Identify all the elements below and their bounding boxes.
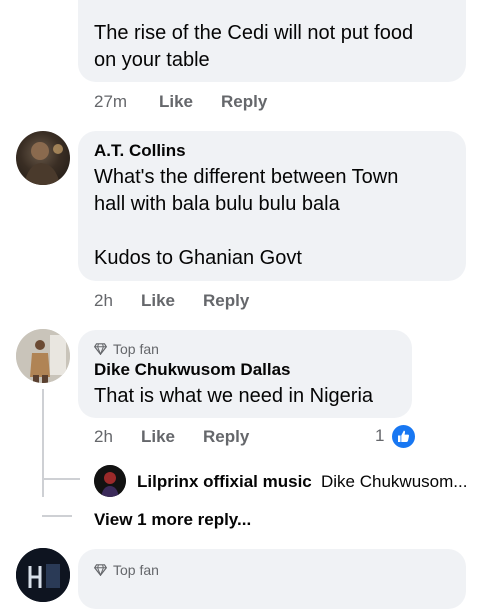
comment-bubble bbox=[78, 549, 466, 609]
avatar[interactable] bbox=[16, 131, 70, 185]
reply-button[interactable]: Reply bbox=[203, 427, 249, 447]
top-fan-label: Top fan bbox=[113, 562, 159, 578]
reply-button[interactable]: Reply bbox=[221, 92, 267, 112]
avatar[interactable] bbox=[16, 329, 70, 383]
thread-connector bbox=[42, 515, 72, 517]
avatar-photo-icon bbox=[94, 465, 126, 497]
avatar-photo-icon bbox=[16, 548, 70, 602]
like-button[interactable]: Like bbox=[141, 427, 175, 447]
comment-author[interactable]: Dike Chukwusom Dallas bbox=[94, 360, 291, 380]
like-thumb-icon[interactable] bbox=[390, 423, 417, 450]
view-more-replies-link[interactable]: View 1 more reply... bbox=[94, 510, 251, 530]
reply-author[interactable]: Lilprinx offixial music bbox=[137, 472, 312, 492]
diamond-icon bbox=[94, 564, 107, 576]
reply-snippet[interactable]: Dike Chukwusom... bbox=[321, 472, 467, 492]
comment-author[interactable]: A.T. Collins bbox=[94, 141, 186, 161]
comment-timestamp: 27m bbox=[94, 92, 128, 111]
comment-text: The rise of the Cedi will not put food o… bbox=[94, 22, 414, 71]
avatar[interactable] bbox=[94, 465, 126, 497]
avatar-photo-icon bbox=[24, 142, 63, 185]
avatar[interactable] bbox=[16, 548, 70, 602]
comment-text: That is what we need in Nigeria bbox=[94, 385, 374, 407]
reply-button[interactable]: Reply bbox=[203, 291, 249, 311]
top-fan-badge: Top fan bbox=[94, 562, 159, 578]
diamond-icon bbox=[94, 343, 107, 355]
comment-text: What's the different between Town hall w… bbox=[94, 166, 399, 269]
like-button[interactable]: Like bbox=[159, 92, 193, 112]
avatar-photo-icon bbox=[16, 329, 70, 383]
top-fan-label: Top fan bbox=[113, 341, 159, 357]
like-button[interactable]: Like bbox=[141, 291, 175, 311]
reaction-count[interactable]: 1 bbox=[375, 426, 384, 446]
thread-line bbox=[42, 389, 44, 497]
top-fan-badge: Top fan bbox=[94, 341, 159, 357]
comment-timestamp: 2h bbox=[94, 427, 113, 446]
comment-timestamp: 2h bbox=[94, 291, 113, 310]
thread-connector bbox=[42, 478, 80, 480]
